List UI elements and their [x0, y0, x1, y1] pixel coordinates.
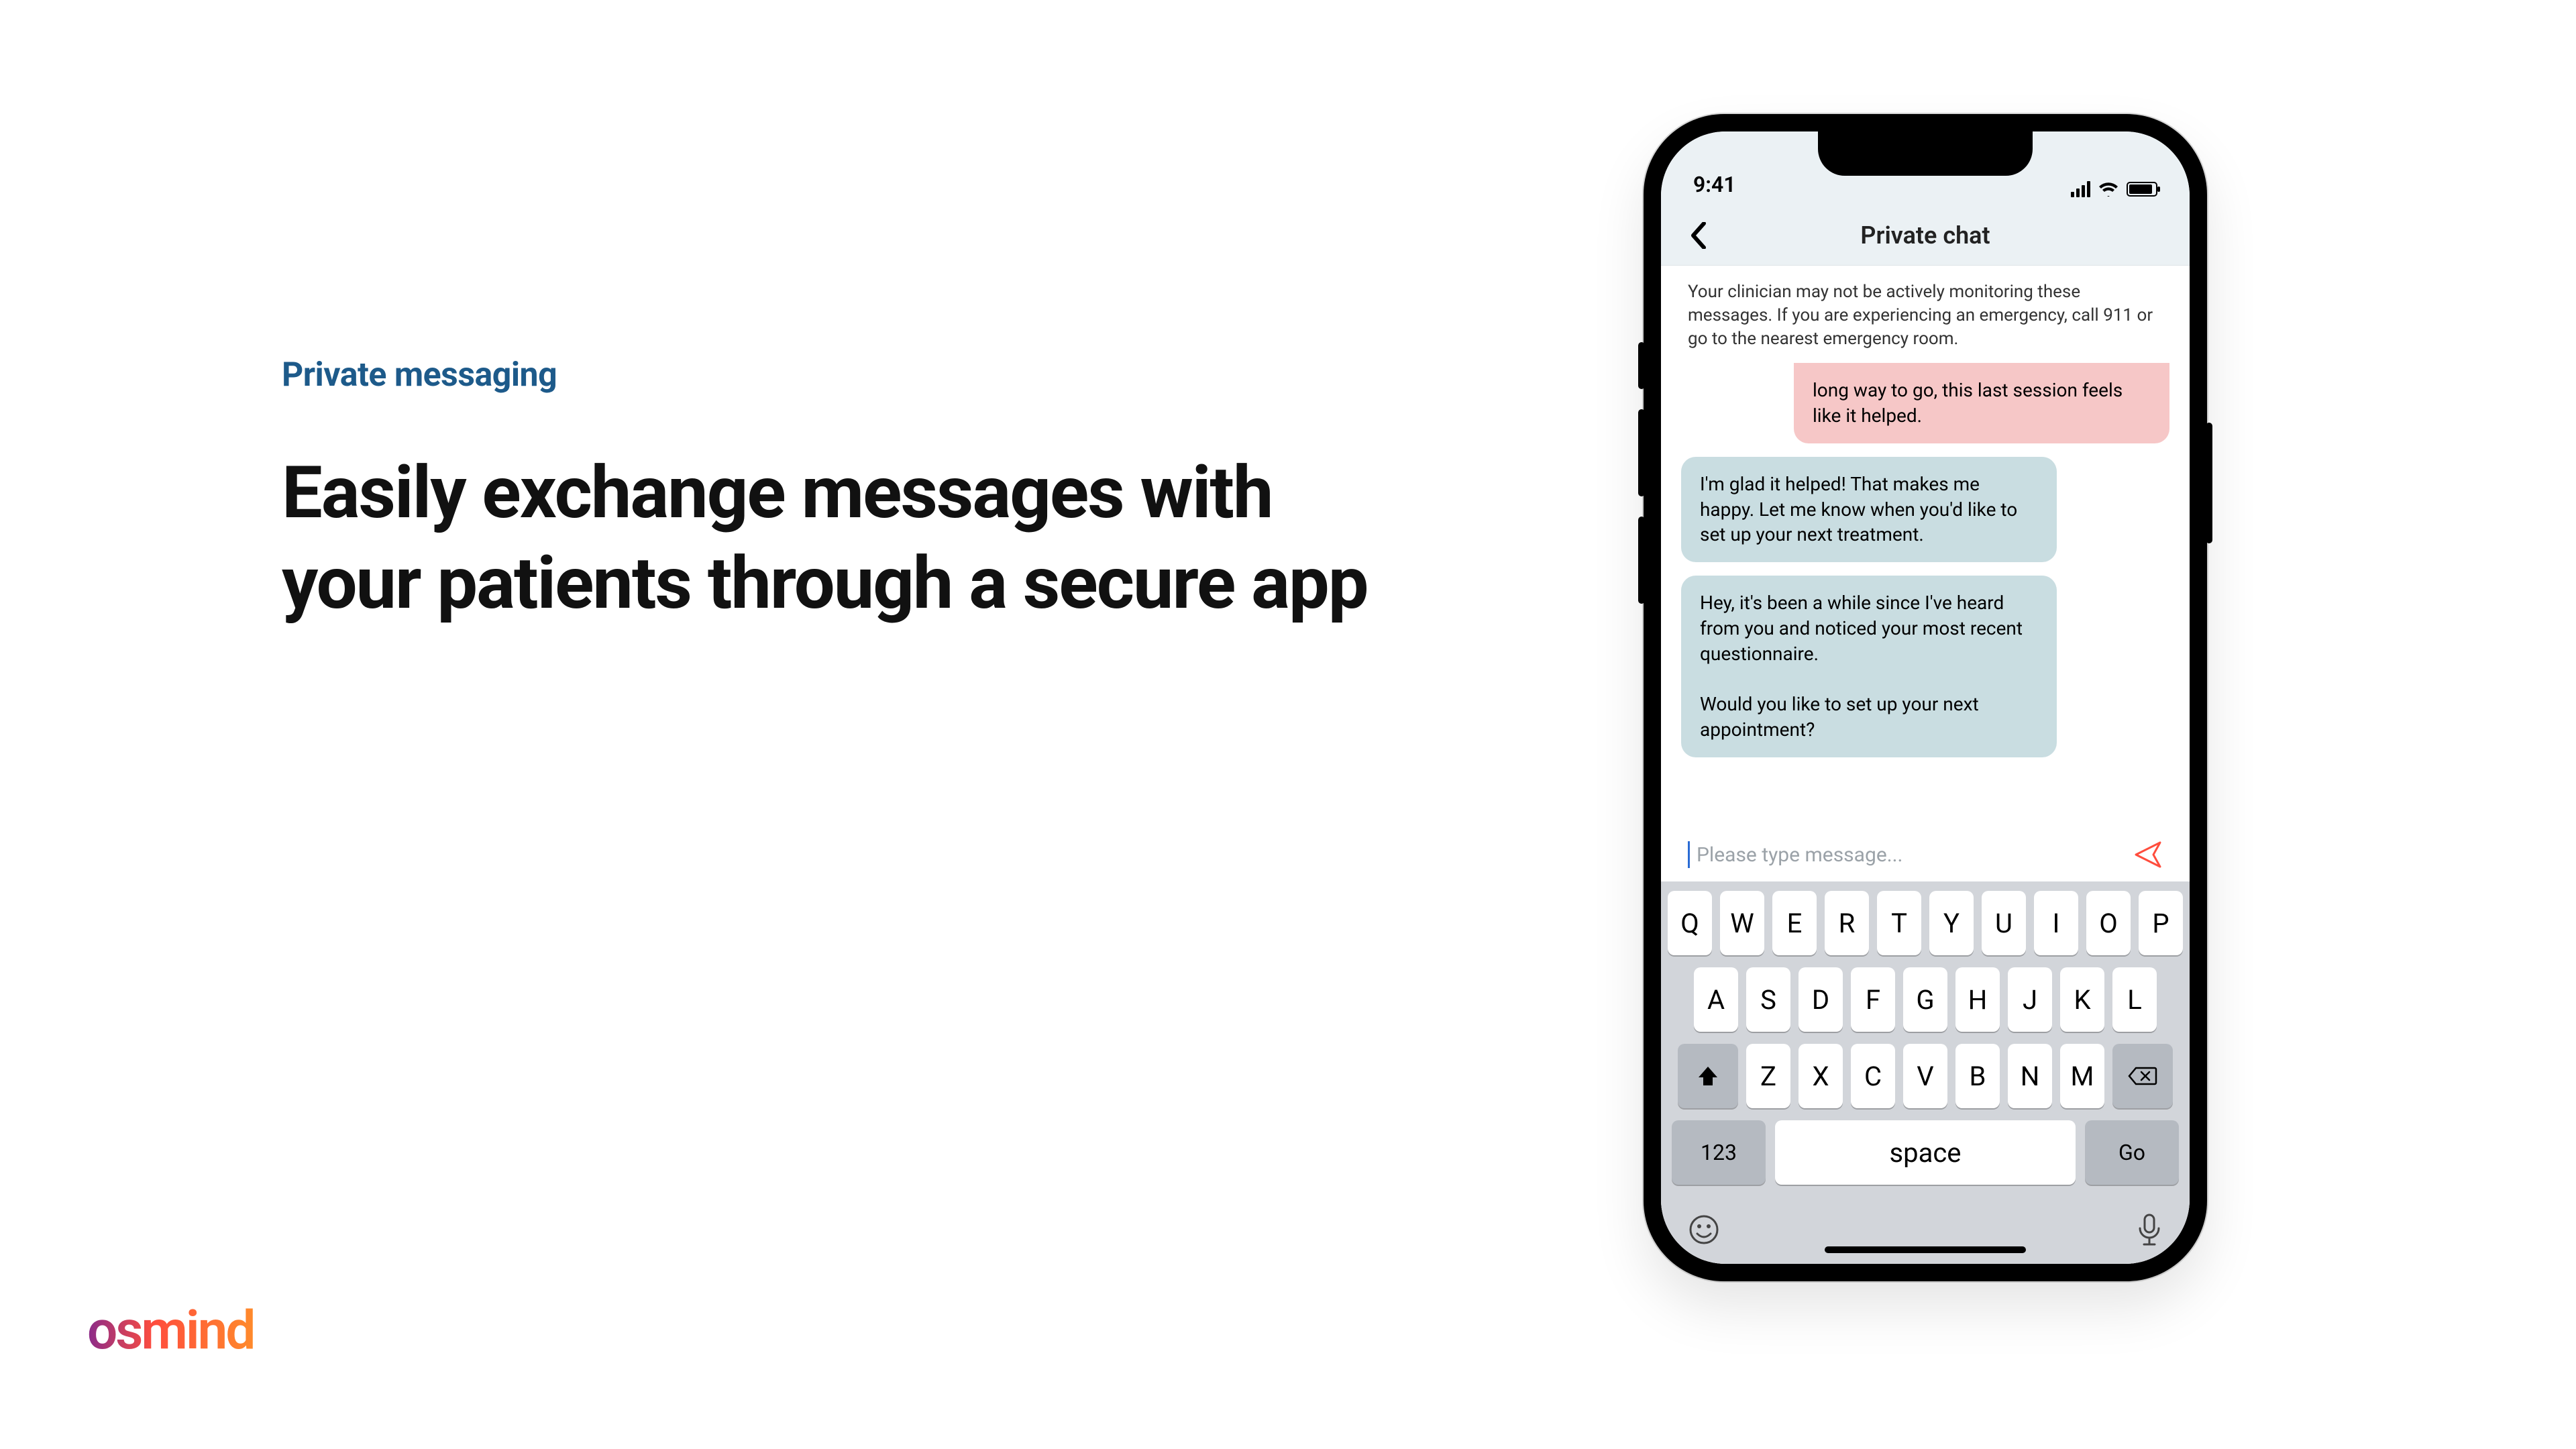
chat-nav-header: Private chat — [1661, 205, 2190, 266]
keyboard-letter-key[interactable]: I — [2034, 891, 2078, 955]
feature-headline: Easily exchange messages with your patie… — [282, 448, 1422, 629]
chevron-left-icon — [1689, 222, 1707, 249]
keyboard-letter-key[interactable]: T — [1877, 891, 1921, 955]
fn-key[interactable] — [1678, 1044, 1738, 1108]
keyboard-letter-key[interactable]: X — [1799, 1044, 1843, 1108]
keyboard-letter-key[interactable]: J — [2008, 967, 2052, 1032]
chat-title: Private chat — [1860, 221, 1990, 250]
feature-eyebrow: Private messaging — [282, 356, 1422, 394]
status-time: 9:41 — [1693, 172, 1736, 197]
keyboard-numbers-key[interactable]: 123 — [1672, 1120, 1766, 1185]
keyboard-letter-key[interactable]: Z — [1746, 1044, 1790, 1108]
keyboard-letter-key[interactable]: W — [1720, 891, 1764, 955]
microphone-icon[interactable] — [2136, 1212, 2163, 1247]
shift-icon — [1696, 1064, 1720, 1088]
message-input[interactable]: Please type message... — [1688, 841, 2120, 868]
cellular-signal-icon — [2071, 181, 2090, 197]
battery-icon — [2127, 182, 2157, 197]
phone-notch — [1818, 131, 2033, 176]
fn-key[interactable] — [2112, 1044, 2173, 1108]
keyboard-letter-key[interactable]: R — [1825, 891, 1869, 955]
keyboard-letter-key[interactable]: M — [2060, 1044, 2104, 1108]
keyboard-letter-key[interactable]: L — [2112, 967, 2157, 1032]
keyboard-letter-key[interactable]: K — [2060, 967, 2104, 1032]
soft-keyboard: QWERTYUIOP ASDFGHJKL ZXCVBNM 123 space G… — [1661, 881, 2190, 1264]
keyboard-letter-key[interactable]: B — [1955, 1044, 2000, 1108]
keyboard-letter-key[interactable]: U — [1982, 891, 2026, 955]
keyboard-letter-key[interactable]: Y — [1929, 891, 1974, 955]
chat-message-sent: long way to go, this last session feels … — [1794, 363, 2169, 443]
emoji-icon[interactable] — [1688, 1214, 1720, 1246]
keyboard-letter-key[interactable]: A — [1694, 967, 1738, 1032]
wifi-icon — [2098, 182, 2118, 197]
keyboard-letter-key[interactable]: S — [1746, 967, 1790, 1032]
compose-row: Please type message... — [1661, 828, 2190, 881]
keyboard-space-key[interactable]: space — [1775, 1120, 2076, 1185]
keyboard-letter-key[interactable]: V — [1903, 1044, 1947, 1108]
keyboard-letter-key[interactable]: C — [1851, 1044, 1895, 1108]
chat-message-received: Hey, it's been a while since I've heard … — [1681, 576, 2057, 757]
keyboard-letter-key[interactable]: P — [2139, 891, 2183, 955]
keyboard-letter-key[interactable]: D — [1799, 967, 1843, 1032]
keyboard-letter-key[interactable]: G — [1903, 967, 1947, 1032]
keyboard-letter-key[interactable]: H — [1955, 967, 2000, 1032]
keyboard-letter-key[interactable]: N — [2008, 1044, 2052, 1108]
home-indicator[interactable] — [1825, 1246, 2026, 1253]
keyboard-letter-key[interactable]: O — [2086, 891, 2131, 955]
back-button[interactable] — [1681, 219, 1715, 252]
keyboard-go-key[interactable]: Go — [2085, 1120, 2179, 1185]
keyboard-letter-key[interactable]: Q — [1668, 891, 1712, 955]
phone-frame: 9:41 Private chat Your clinician may not… — [1644, 114, 2207, 1281]
backspace-icon — [2128, 1065, 2157, 1087]
keyboard-letter-key[interactable]: F — [1851, 967, 1895, 1032]
brand-logo: osmind — [87, 1299, 254, 1362]
send-icon[interactable] — [2133, 840, 2163, 869]
chat-message-received: I'm glad it helped! That makes me happy.… — [1681, 457, 2057, 562]
emergency-disclaimer: Your clinician may not be actively monit… — [1661, 266, 2190, 363]
keyboard-letter-key[interactable]: E — [1772, 891, 1817, 955]
